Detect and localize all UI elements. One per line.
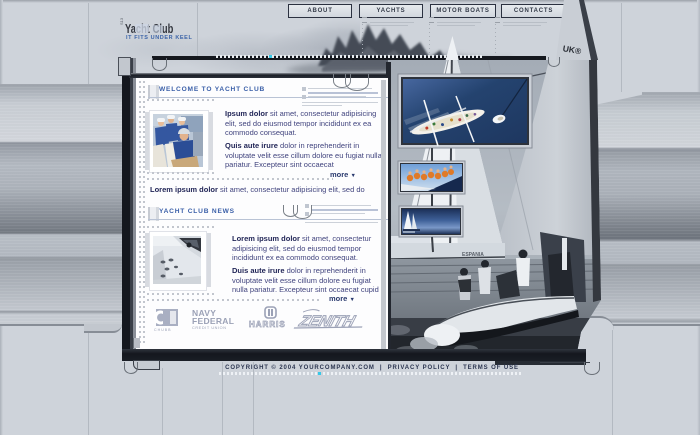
svg-text:FEDERAL: FEDERAL bbox=[192, 316, 234, 326]
svg-text:HARRIS: HARRIS bbox=[249, 320, 286, 329]
svg-text:ESPANIA: ESPANIA bbox=[462, 252, 484, 258]
svg-text:CHUBB: CHUBB bbox=[154, 328, 172, 332]
svg-text:CREDIT UNION: CREDIT UNION bbox=[192, 326, 227, 330]
